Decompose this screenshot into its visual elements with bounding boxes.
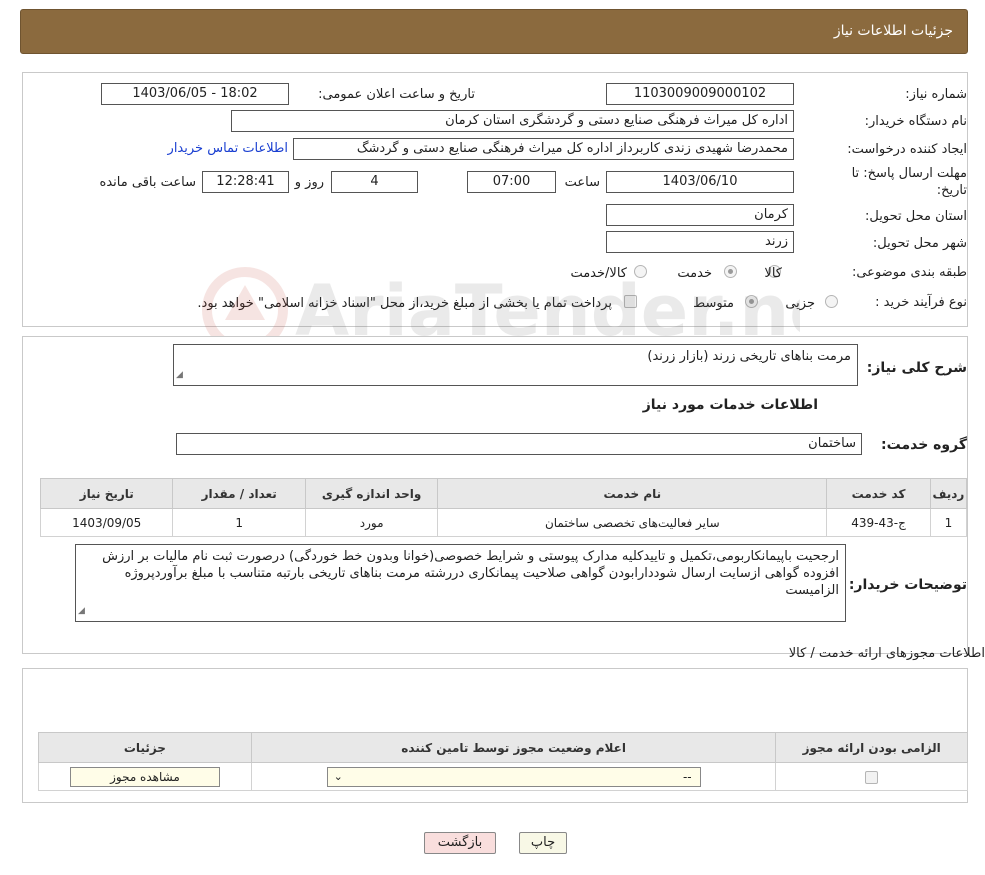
services-section-title: اطلاعات خدمات مورد نیاز xyxy=(642,397,818,413)
cell-row: 1 xyxy=(929,508,968,537)
print-button[interactable]: چاپ xyxy=(519,832,567,854)
buyer-field: اداره کل میراث فرهنگی صنایع دستی و گردشگ… xyxy=(231,110,794,132)
treasury-payment-checkbox[interactable] xyxy=(624,295,637,308)
permit-status-value: -- xyxy=(682,769,692,784)
city-field: زرند xyxy=(606,231,794,253)
view-permit-button[interactable]: مشاهده مجوز xyxy=(69,766,220,787)
col-code-header: کد خدمت xyxy=(826,478,931,509)
cell-status: -- ⌄ xyxy=(250,762,777,791)
service-group-field: ساختمان xyxy=(176,433,862,455)
required-checkbox xyxy=(865,770,879,784)
col-qty-header: تعداد / مقدار xyxy=(172,478,306,509)
resize-grip-icon[interactable]: ◢ xyxy=(176,367,183,384)
buyer-notes-label: توضیحات خریدار: xyxy=(848,577,967,593)
treasury-payment-note: پرداخت تمام یا بخشی از مبلغ خرید،از محل … xyxy=(197,296,612,311)
table-row: -- ⌄ مشاهده مجوز xyxy=(38,762,968,791)
resize-grip-icon[interactable]: ◢ xyxy=(78,603,85,620)
need-number-field: 1103009009000102 xyxy=(606,83,794,105)
deadline-time-field: 07:00 xyxy=(467,171,556,193)
chevron-down-icon: ⌄ xyxy=(333,769,343,783)
col-name-header: نام خدمت xyxy=(437,478,828,509)
deadline-label-date: تاریخ: xyxy=(936,183,967,198)
services-table: ردیف کد خدمت نام خدمت واحد اندازه گیری ت… xyxy=(39,478,968,537)
category-option-goods-service: کالا/خدمت xyxy=(570,266,627,281)
buyer-notes-value: ارجحیت باپیمانکاربومی،تکمیل و تاییدکلیه … xyxy=(102,549,839,598)
province-field: کرمان xyxy=(606,204,794,226)
col-status-header: اعلام وضعیت مجوز توسط تامین کننده xyxy=(250,732,777,763)
days-remaining-field: 4 xyxy=(331,171,418,193)
process-radio-minor[interactable] xyxy=(825,295,838,308)
time-remaining-field: 12:28:41 xyxy=(202,171,289,193)
summary-label: شرح کلی نیاز: xyxy=(866,360,967,376)
city-label: شهر محل تحویل: xyxy=(872,236,967,251)
announce-date-field: 1403/06/05 - 18:02 xyxy=(101,83,289,105)
permit-status-select[interactable]: -- ⌄ xyxy=(326,766,701,787)
summary-textarea[interactable]: مرمت بناهای تاریخی زرند (بازار زرند) ◢ xyxy=(173,344,858,386)
cell-code: ج-43-439 xyxy=(826,508,931,537)
summary-value: مرمت بناهای تاریخی زرند (بازار زرند) xyxy=(647,349,851,364)
days-label: روز و xyxy=(294,175,324,190)
service-group-label: گروه خدمت: xyxy=(881,437,967,453)
category-radio-goods-service[interactable] xyxy=(634,265,647,278)
process-option-minor: جزیی xyxy=(785,296,815,311)
buyer-label: نام دستگاه خریدار: xyxy=(864,114,967,129)
cell-unit: مورد xyxy=(304,508,439,537)
category-radio-service[interactable] xyxy=(724,265,737,278)
page-header: جزئیات اطلاعات نیاز xyxy=(20,9,968,54)
buyer-contact-link[interactable]: اطلاعات تماس خریدار xyxy=(168,141,288,156)
col-row-header: ردیف xyxy=(929,478,968,509)
deadline-label: مهلت ارسال پاسخ: تا xyxy=(851,166,967,181)
category-option-service: خدمت xyxy=(677,266,712,281)
deadline-date-field: 1403/06/10 xyxy=(606,171,794,193)
col-unit-header: واحد اندازه گیری xyxy=(304,478,439,509)
cell-qty: 1 xyxy=(172,508,306,537)
process-option-medium: متوسط xyxy=(693,296,734,311)
deadline-time-label: ساعت xyxy=(564,175,600,190)
province-label: استان محل تحویل: xyxy=(865,209,967,224)
cell-details: مشاهده مجوز xyxy=(38,762,252,791)
page-title: جزئیات اطلاعات نیاز xyxy=(833,23,953,39)
need-number-label: شماره نیاز: xyxy=(905,87,967,102)
col-required-header: الزامی بودن ارائه مجوز xyxy=(775,732,968,763)
buyer-notes-textarea[interactable]: ارجحیت باپیمانکاربومی،تکمیل و تاییدکلیه … xyxy=(75,544,846,622)
announce-date-label: تاریخ و ساعت اعلان عمومی: xyxy=(318,87,475,102)
creator-label: ایجاد کننده درخواست: xyxy=(847,142,967,157)
creator-field: محمدرضا شهیدی زندی کاربرداز اداره کل میر… xyxy=(293,138,794,160)
cell-date: 1403/09/05 xyxy=(39,508,174,537)
back-button[interactable]: بازگشت xyxy=(424,832,496,854)
process-type-label: نوع فرآیند خرید : xyxy=(875,295,967,310)
col-date-header: تاریخ نیاز xyxy=(39,478,174,509)
cell-name: سایر فعالیت‌های تخصصی ساختمان xyxy=(437,508,828,537)
col-details-header: جزئیات xyxy=(38,732,252,763)
permits-title: اطلاعات مجوزهای ارائه خدمت / کالا xyxy=(788,646,985,661)
permits-table: الزامی بودن ارائه مجوز اعلام وضعیت مجوز … xyxy=(38,732,968,791)
process-radio-medium[interactable] xyxy=(745,295,758,308)
time-remaining-label: ساعت باقی مانده xyxy=(99,175,196,190)
category-label: طبقه بندی موضوعی: xyxy=(851,265,967,280)
category-option-goods: کالا xyxy=(764,266,782,281)
table-row: 1 ج-43-439 سایر فعالیت‌های تخصصی ساختمان… xyxy=(39,508,968,537)
services-table-header: ردیف کد خدمت نام خدمت واحد اندازه گیری ت… xyxy=(39,478,968,509)
cell-required xyxy=(775,762,968,791)
permits-table-header: الزامی بودن ارائه مجوز اعلام وضعیت مجوز … xyxy=(38,732,968,763)
